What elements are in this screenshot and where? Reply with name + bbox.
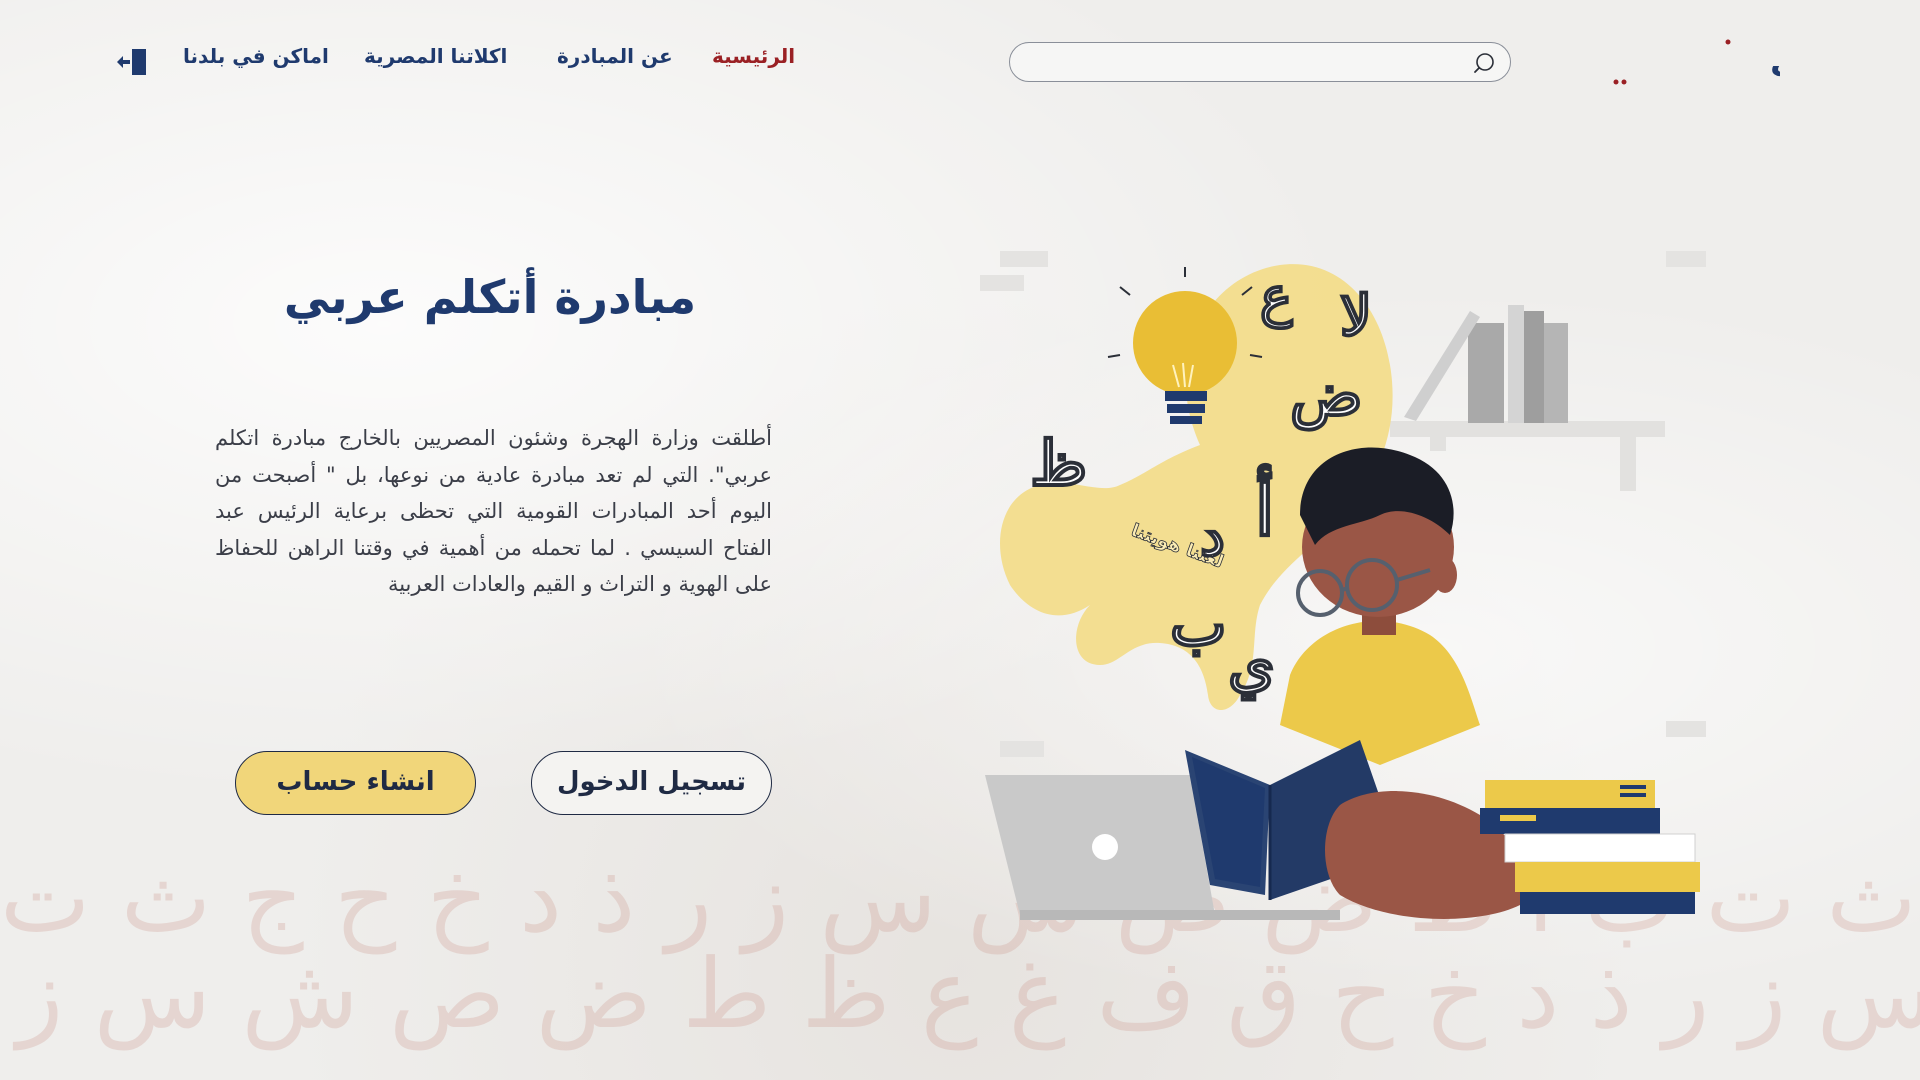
header: اتكلم عربي الرئيسية عن المبادرة اكلاتنا … <box>0 0 1920 120</box>
hero-description: أطلقت وزارة الهجرة وشئون المصريين بالخار… <box>215 426 772 596</box>
letter-la: لا <box>1340 283 1372 349</box>
register-button[interactable]: انشاء حساب <box>235 751 476 815</box>
letter-dad: ض <box>1290 360 1363 431</box>
logo-text: اتكلم عربي <box>1770 41 1780 81</box>
letter-yaa: ي <box>1228 630 1275 701</box>
letter-zaa: ظ <box>1030 427 1087 500</box>
login-button[interactable]: تسجيل الدخول <box>531 751 772 815</box>
bookshelf <box>1390 305 1665 491</box>
letter-ain: ع <box>1260 264 1293 330</box>
search-bar[interactable] <box>1009 42 1511 82</box>
search-icon[interactable] <box>1472 51 1496 75</box>
logo-wordmark: اتكلم عربي <box>1613 39 1920 85</box>
search-input[interactable] <box>1028 49 1452 77</box>
letter-baa: ب <box>1170 590 1226 660</box>
logout-icon[interactable] <box>116 46 150 78</box>
letter-alef: أ <box>1255 464 1274 552</box>
nav-egyptian-food[interactable]: اكلاتنا المصرية <box>364 44 507 68</box>
site-logo[interactable]: اتكلم عربي <box>1580 30 1920 90</box>
nav-about[interactable]: عن المبادرة <box>557 44 673 68</box>
nav-home[interactable]: الرئيسية <box>712 44 795 68</box>
boy-reading <box>1280 447 1480 765</box>
hero-title: مبادرة أتكلم عربي <box>283 270 697 324</box>
hero-illustration: لا ع ض ظ أ د ب ي لغتنا هويتنا <box>980 251 1706 920</box>
nav-places[interactable]: اماكن في بلدنا <box>183 44 329 68</box>
